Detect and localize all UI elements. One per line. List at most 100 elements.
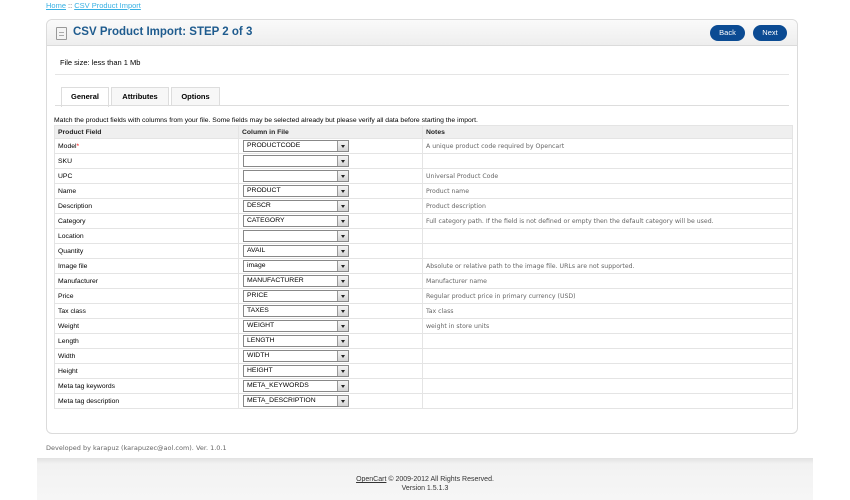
- column-select-value: TAXES: [247, 307, 269, 314]
- product-field-label: Name: [58, 187, 77, 195]
- column-select-cell: image: [238, 258, 423, 274]
- product-field-cell: Meta tag description: [54, 393, 239, 409]
- column-select-value: META_DESCRIPTION: [247, 397, 316, 404]
- table-row: Height HEIGHT: [54, 363, 793, 379]
- notes-cell: [422, 363, 793, 379]
- column-select[interactable]: PRODUCTCODE: [243, 140, 349, 152]
- column-select-cell: WIDTH: [238, 348, 423, 364]
- breadcrumb: Home:: CSV Product Import: [46, 1, 141, 10]
- notes-cell: [422, 348, 793, 364]
- column-select[interactable]: WIDTH: [243, 350, 349, 362]
- column-select-value: CATEGORY: [247, 217, 285, 224]
- column-select-value: image: [247, 262, 266, 269]
- table-row: Description DESCR Product description: [54, 198, 793, 214]
- dropdown-arrow-icon[interactable]: [337, 306, 348, 316]
- dropdown-arrow-icon[interactable]: [337, 141, 348, 151]
- column-select[interactable]: [243, 170, 349, 182]
- column-select-cell: MANUFACTURER: [238, 273, 423, 289]
- dropdown-arrow-icon[interactable]: [337, 321, 348, 331]
- tab-underline: [55, 105, 789, 106]
- tab-attributes[interactable]: Attributes: [111, 87, 169, 106]
- notes-cell: Regular product price in primary currenc…: [422, 288, 793, 304]
- table-row: Quantity AVAIL: [54, 243, 793, 259]
- dropdown-arrow-icon[interactable]: [337, 216, 348, 226]
- product-field-cell: Category: [54, 213, 239, 229]
- column-select[interactable]: DESCR: [243, 200, 349, 212]
- column-select-cell: [238, 153, 423, 169]
- table-row: Manufacturer MANUFACTURER Manufacturer nam…: [54, 273, 793, 289]
- column-select[interactable]: WEIGHT: [243, 320, 349, 332]
- dropdown-arrow-icon[interactable]: [337, 366, 348, 376]
- dropdown-arrow-icon[interactable]: [337, 276, 348, 286]
- column-select[interactable]: PRODUCT: [243, 185, 349, 197]
- product-field-label: Width: [58, 352, 76, 360]
- product-field-cell: Weight: [54, 318, 239, 334]
- import-panel: CSV Product Import: STEP 2 of 3 Back Nex…: [46, 19, 798, 434]
- column-select[interactable]: META_KEYWORDS: [243, 380, 349, 392]
- column-select[interactable]: [243, 155, 349, 167]
- column-select-value: PRODUCTCODE: [247, 142, 301, 149]
- column-select[interactable]: PRICE: [243, 290, 349, 302]
- tab-general[interactable]: General: [61, 87, 109, 107]
- product-field-label: Height: [58, 367, 78, 375]
- column-select[interactable]: CATEGORY: [243, 215, 349, 227]
- column-select[interactable]: TAXES: [243, 305, 349, 317]
- back-button[interactable]: Back: [710, 25, 745, 41]
- product-field-label: Manufacturer: [58, 277, 99, 285]
- column-select[interactable]: HEIGHT: [243, 365, 349, 377]
- product-field-cell: Length: [54, 333, 239, 349]
- dropdown-arrow-icon[interactable]: [337, 261, 348, 271]
- column-select-cell: DESCR: [238, 198, 423, 214]
- footer-copyright-line: OpenCart © 2009-2012 All Rights Reserved…: [0, 475, 850, 484]
- column-select-value: DESCR: [247, 202, 271, 209]
- table-row: Meta tag keywords META_KEYWORDS: [54, 378, 793, 394]
- dropdown-arrow-icon[interactable]: [337, 231, 348, 241]
- column-select[interactable]: MANUFACTURER: [243, 275, 349, 287]
- dropdown-arrow-icon[interactable]: [337, 156, 348, 166]
- column-select[interactable]: META_DESCRIPTION: [243, 395, 349, 407]
- file-size-text: File size: less than 1 Mb: [60, 58, 141, 67]
- next-button[interactable]: Next: [753, 25, 787, 41]
- column-select-cell: LENGTH: [238, 333, 423, 349]
- column-select[interactable]: LENGTH: [243, 335, 349, 347]
- notes-cell: A unique product code required by Openca…: [422, 138, 793, 154]
- dropdown-arrow-icon[interactable]: [337, 246, 348, 256]
- column-select-cell: META_KEYWORDS: [238, 378, 423, 394]
- product-field-cell: Location: [54, 228, 239, 244]
- product-field-cell: Image file: [54, 258, 239, 274]
- breadcrumb-home-link[interactable]: Home: [46, 1, 66, 10]
- table-row: Weight WEIGHT weight in store units: [54, 318, 793, 334]
- version-text: Version 1.5.1.3: [401, 485, 449, 492]
- notes-cell: Full category path. If the field is not …: [422, 213, 793, 229]
- product-field-cell: Height: [54, 363, 239, 379]
- page-title: CSV Product Import: STEP 2 of 3: [73, 26, 253, 38]
- product-field-label: Weight: [58, 322, 80, 330]
- table-row: SKU: [54, 153, 793, 169]
- panel-heading: CSV Product Import: STEP 2 of 3 Back Nex…: [47, 20, 797, 46]
- notes-cell: Product name: [422, 183, 793, 199]
- dropdown-arrow-icon[interactable]: [337, 291, 348, 301]
- product-field-label: Image file: [58, 262, 88, 270]
- notes-cell: weight in store units: [422, 318, 793, 334]
- table-row: Length LENGTH: [54, 333, 793, 349]
- column-select-cell: [238, 168, 423, 184]
- product-field-label: Category: [58, 217, 86, 225]
- column-select[interactable]: AVAIL: [243, 245, 349, 257]
- dropdown-arrow-icon[interactable]: [337, 171, 348, 181]
- column-select[interactable]: image: [243, 260, 349, 272]
- dropdown-arrow-icon[interactable]: [337, 381, 348, 391]
- product-field-label: Meta tag description: [58, 397, 120, 405]
- tab-options[interactable]: Options: [171, 87, 220, 106]
- column-select-value: MANUFACTURER: [247, 277, 304, 284]
- column-select[interactable]: [243, 230, 349, 242]
- dropdown-arrow-icon[interactable]: [337, 201, 348, 211]
- breadcrumb-current-link[interactable]: CSV Product Import: [74, 1, 141, 10]
- dropdown-arrow-icon[interactable]: [337, 351, 348, 361]
- dropdown-arrow-icon[interactable]: [337, 396, 348, 406]
- header-notes: Notes: [422, 125, 793, 139]
- dropdown-arrow-icon[interactable]: [337, 186, 348, 196]
- dropdown-arrow-icon[interactable]: [337, 336, 348, 346]
- product-field-cell: Name: [54, 183, 239, 199]
- opencart-link[interactable]: OpenCart: [356, 476, 386, 483]
- product-field-label: Tax class: [58, 307, 86, 315]
